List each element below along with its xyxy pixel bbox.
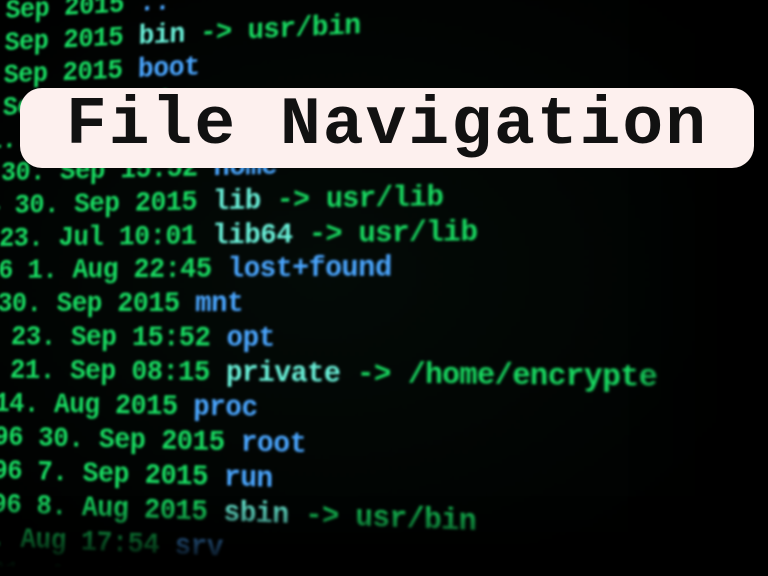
symlink-arrow: -> [292, 219, 358, 252]
row-meta: 4096 30. Sep 2015 [0, 423, 241, 461]
title-banner: File Navigation [20, 88, 754, 168]
symlink-arrow: -> [340, 360, 408, 393]
symlink-name: lib [213, 186, 261, 218]
entry-name: opt [226, 324, 275, 356]
row-meta: 096 1. Aug 22:45 [0, 255, 228, 287]
entry-name: lost+found [227, 254, 392, 287]
listing-row: 6 30. Sep 2015 mnt [0, 286, 768, 325]
row-meta: 23. Aug 17:54 [0, 523, 175, 563]
symlink-target: /home/encrypte [408, 360, 658, 396]
entry-name: boot [137, 53, 199, 86]
symlink-name: private [226, 359, 341, 392]
entry-name: sys [206, 568, 255, 576]
symlink-name: lib64 [212, 220, 293, 252]
row-meta: 4096 7. Sep 2015 [0, 456, 224, 495]
entry-name: run [224, 463, 273, 497]
row-meta: 8 23. Jul 10:01 [0, 221, 213, 255]
entry-name: srv [174, 531, 223, 565]
row-meta: 6 30. Sep 2015 [0, 290, 195, 321]
symlink-target: usr/lib [326, 182, 444, 216]
entry-name: mnt [195, 289, 243, 320]
row-meta: 0 14. Aug 2015 [0, 389, 194, 424]
row-meta: . Sep 2015 [0, 23, 139, 61]
entry-name: .. [139, 0, 170, 20]
symlink-name: bin [138, 20, 185, 52]
symlink-arrow: -> [260, 185, 326, 218]
entry-name: proc [193, 393, 258, 426]
symlink-target: usr/bin [247, 11, 361, 48]
row-meta: 22 21. Sep 08:15 [0, 356, 226, 390]
title-text: File Navigation [66, 87, 708, 164]
symlink-name: sbin [223, 498, 289, 533]
symlink-arrow: -> [184, 17, 247, 51]
symlink-arrow: -> [288, 500, 355, 535]
symlink-target: usr/bin [355, 502, 476, 540]
entry-name: root [240, 428, 306, 462]
row-meta: 54 30. Sep 2015 [0, 187, 213, 222]
row-meta: 16 23. Sep 15:52 [0, 323, 227, 355]
symlink-target: usr/lib [358, 217, 477, 251]
